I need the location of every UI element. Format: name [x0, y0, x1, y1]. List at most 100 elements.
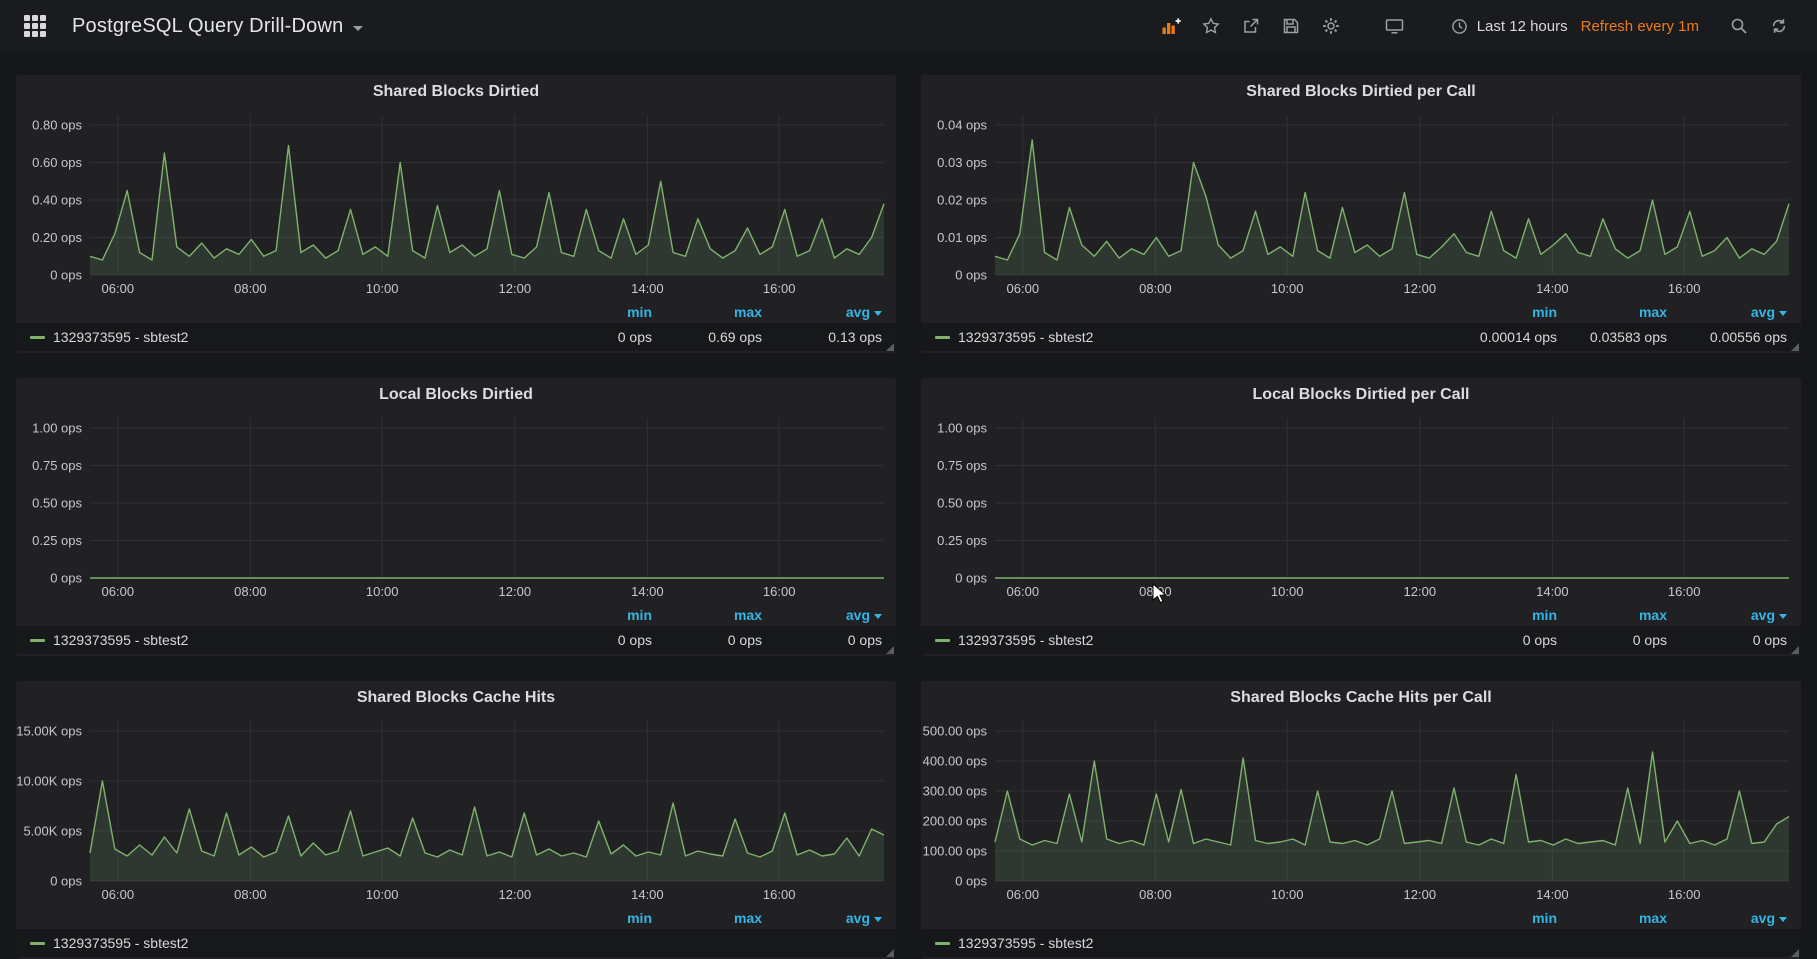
svg-text:0 ops: 0 ops — [50, 874, 82, 889]
legend-sort-max[interactable]: max — [1639, 910, 1667, 926]
legend-sort-avg[interactable]: avg — [1751, 607, 1787, 623]
legend-sort-max[interactable]: max — [734, 910, 762, 926]
series-color-swatch — [30, 941, 45, 945]
time-range-picker[interactable]: Last 12 hours Refresh every 1m — [1439, 8, 1711, 44]
tv-mode-button[interactable] — [1375, 8, 1415, 44]
legend-avg-value: 0.13 ops — [828, 329, 882, 345]
time-series-chart[interactable]: 06:00 08:00 10:00 12:00 14:00 16:00 0 ops 100.0… — [921, 715, 1801, 907]
zoom-out-button[interactable] — [1719, 8, 1759, 44]
svg-text:08:00: 08:00 — [234, 281, 267, 296]
legend-series-toggle[interactable]: 1329373595 - sbtest2 — [935, 632, 1447, 648]
gear-icon — [1322, 18, 1339, 34]
svg-text:06:00: 06:00 — [1007, 584, 1040, 599]
chart-canvas: 06:00 08:00 10:00 12:00 14:00 16:00 0 ops 0.25 … — [937, 418, 1789, 599]
legend-series-name: 1329373595 - sbtest2 — [53, 935, 189, 951]
share-dashboard-button[interactable] — [1231, 8, 1271, 44]
legend-sort-max[interactable]: max — [1639, 607, 1667, 623]
dashboard-title-dropdown[interactable]: PostgreSQL Query Drill-Down — [72, 15, 364, 38]
chart-canvas: 06:00 08:00 10:00 12:00 14:00 16:00 0 ops 5.00K… — [16, 721, 885, 902]
legend-series-toggle[interactable]: 1329373595 - sbtest2 — [935, 935, 1447, 951]
sort-caret-icon — [1779, 310, 1787, 316]
svg-text:0 ops: 0 ops — [955, 874, 987, 889]
svg-text:06:00: 06:00 — [1007, 281, 1040, 296]
svg-text:08:00: 08:00 — [1139, 584, 1172, 599]
legend-series-row: 1329373595 - sbtest2 0 ops 0 ops 0 ops — [16, 626, 896, 654]
legend-series-toggle[interactable]: 1329373595 - sbtest2 — [935, 329, 1447, 345]
time-series-chart[interactable]: 06:00 08:00 10:00 12:00 14:00 16:00 0 ops 0.20 … — [16, 109, 896, 301]
legend-sort-min[interactable]: min — [1532, 607, 1557, 623]
legend-sort-max[interactable]: max — [734, 304, 762, 320]
svg-text:0.25 ops: 0.25 ops — [32, 533, 82, 548]
legend-series-name: 1329373595 - sbtest2 — [958, 632, 1094, 648]
panel-resize-handle[interactable] — [886, 949, 894, 957]
dashboard-settings-button[interactable] — [1311, 8, 1351, 44]
time-series-chart[interactable]: 06:00 08:00 10:00 12:00 14:00 16:00 0 ops 0.25 … — [921, 412, 1801, 604]
svg-text:10:00: 10:00 — [1271, 584, 1304, 599]
legend-header-row: min max avg — [921, 907, 1801, 929]
panel-resize-handle[interactable] — [1791, 949, 1799, 957]
grafana-menu-button[interactable] — [12, 8, 58, 44]
panel-resize-handle[interactable] — [886, 646, 894, 654]
save-icon — [1283, 18, 1298, 34]
svg-text:16:00: 16:00 — [763, 584, 796, 599]
chevron-down-icon — [353, 25, 364, 31]
legend-sort-avg[interactable]: avg — [846, 910, 882, 926]
legend-series-name: 1329373595 - sbtest2 — [958, 329, 1094, 345]
svg-text:0.01 ops: 0.01 ops — [937, 230, 987, 245]
legend-max-value: 0.69 ops — [708, 329, 762, 345]
legend-sort-min[interactable]: min — [627, 910, 652, 926]
star-dashboard-button[interactable] — [1191, 8, 1231, 44]
svg-text:06:00: 06:00 — [102, 584, 135, 599]
panel-title[interactable]: Shared Blocks Dirtied per Call — [921, 75, 1801, 109]
svg-text:06:00: 06:00 — [1007, 887, 1040, 902]
svg-text:12:00: 12:00 — [1404, 584, 1437, 599]
panel-resize-handle[interactable] — [886, 343, 894, 351]
svg-text:0.75 ops: 0.75 ops — [32, 458, 82, 473]
svg-text:0.25 ops: 0.25 ops — [937, 533, 987, 548]
navbar: PostgreSQL Query Drill-Down Last 12 hour… — [0, 0, 1817, 52]
legend-sort-min[interactable]: min — [627, 607, 652, 623]
svg-text:12:00: 12:00 — [499, 584, 532, 599]
add-panel-button[interactable] — [1151, 8, 1191, 44]
legend-sort-max[interactable]: max — [734, 607, 762, 623]
save-dashboard-button[interactable] — [1271, 8, 1311, 44]
panel-title[interactable]: Shared Blocks Dirtied — [16, 75, 896, 109]
refresh-icon — [1772, 19, 1786, 33]
svg-text:0.75 ops: 0.75 ops — [937, 458, 987, 473]
chart-canvas: 06:00 08:00 10:00 12:00 14:00 16:00 0 ops 0.01 … — [937, 115, 1790, 296]
add-panel-icon — [1162, 18, 1181, 34]
svg-text:0.02 ops: 0.02 ops — [937, 193, 987, 208]
legend-min-value: 0 ops — [1522, 632, 1557, 648]
series-color-swatch — [935, 335, 950, 339]
legend-sort-max[interactable]: max — [1639, 304, 1667, 320]
svg-text:16:00: 16:00 — [1668, 584, 1701, 599]
legend-sort-avg[interactable]: avg — [846, 304, 882, 320]
panel-title[interactable]: Shared Blocks Cache Hits — [16, 681, 896, 715]
panel-resize-handle[interactable] — [1791, 343, 1799, 351]
legend-series-toggle[interactable]: 1329373595 - sbtest2 — [30, 632, 542, 648]
legend-min-value: 0 ops — [617, 329, 652, 345]
legend-series-toggle[interactable]: 1329373595 - sbtest2 — [30, 935, 542, 951]
svg-text:0.03 ops: 0.03 ops — [937, 155, 987, 170]
legend-sort-min[interactable]: min — [1532, 304, 1557, 320]
time-series-chart[interactable]: 06:00 08:00 10:00 12:00 14:00 16:00 0 ops 0.01 … — [921, 109, 1801, 301]
panel-title[interactable]: Local Blocks Dirtied per Call — [921, 378, 1801, 412]
series-color-swatch — [30, 335, 45, 339]
panel-title[interactable]: Shared Blocks Cache Hits per Call — [921, 681, 1801, 715]
legend-sort-avg[interactable]: avg — [846, 607, 882, 623]
time-series-chart[interactable]: 06:00 08:00 10:00 12:00 14:00 16:00 0 ops 0.25 … — [16, 412, 896, 604]
legend-series-toggle[interactable]: 1329373595 - sbtest2 — [30, 329, 542, 345]
legend-header-row: min max avg — [16, 301, 896, 323]
legend-header-row: min max avg — [16, 604, 896, 626]
svg-text:08:00: 08:00 — [1139, 281, 1172, 296]
panel: Local Blocks Dirtied 06:00 08:00 10:00 12:0… — [16, 378, 896, 656]
series-color-swatch — [30, 638, 45, 642]
legend-sort-min[interactable]: min — [627, 304, 652, 320]
time-series-chart[interactable]: 06:00 08:00 10:00 12:00 14:00 16:00 0 ops 5.00K… — [16, 715, 896, 907]
legend-sort-min[interactable]: min — [1532, 910, 1557, 926]
refresh-button[interactable] — [1759, 8, 1799, 44]
panel-resize-handle[interactable] — [1791, 646, 1799, 654]
legend-sort-avg[interactable]: avg — [1751, 910, 1787, 926]
panel-title[interactable]: Local Blocks Dirtied — [16, 378, 896, 412]
legend-sort-avg[interactable]: avg — [1751, 304, 1787, 320]
